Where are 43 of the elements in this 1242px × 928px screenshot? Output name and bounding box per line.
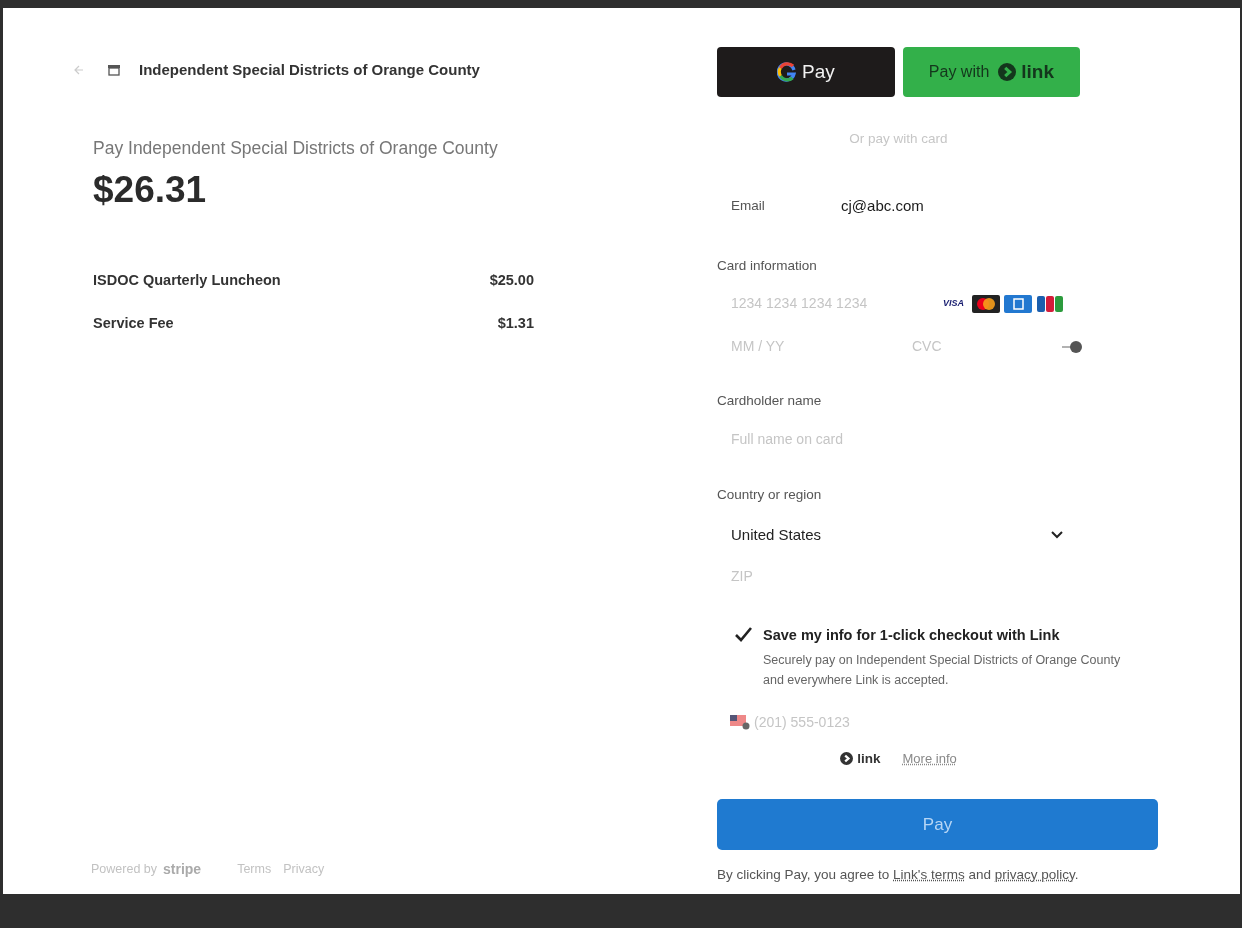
email-value: cj@abc.com <box>841 196 924 217</box>
pay-with-link-button[interactable]: Pay with link <box>902 47 1080 97</box>
zip-field[interactable]: ZIP <box>731 566 931 587</box>
us-flag-icon[interactable] <box>730 714 750 731</box>
link-logo: link <box>857 749 881 768</box>
google-g-icon <box>777 61 798 83</box>
terms-text: By clicking Pay, you agree to Link's terms and privacy policy. <box>717 866 1080 884</box>
powered-by-text: Powered by <box>91 861 157 879</box>
pay-button[interactable]: Pay <box>717 799 1158 850</box>
field-label: Card information <box>717 256 818 275</box>
divider-text: Or pay with card <box>848 130 949 148</box>
line-item-label: Service Fee <box>93 314 174 334</box>
mastercard-icon <box>972 294 1000 313</box>
more-info-link[interactable]: More info <box>902 749 957 769</box>
google-pay-button[interactable]: Pay <box>717 47 895 97</box>
store-icon <box>107 63 121 77</box>
cvc-field[interactable]: CVC <box>912 336 1062 357</box>
visa-logo: VISA <box>943 296 964 310</box>
total-amount: $26.31 <box>93 168 208 212</box>
save-info-label: Save my info for 1-click checkout with Link <box>763 626 1061 645</box>
arrow-circle-icon <box>840 752 854 766</box>
email-label: Email <box>731 197 766 216</box>
card-number-field[interactable]: 1234 1234 1234 1234 <box>731 293 931 314</box>
checkbox[interactable] <box>734 625 753 643</box>
payment-title: Pay Independent Special Districts of Orange County <box>93 137 499 160</box>
line-item-amount: $25.00 <box>489 270 534 290</box>
line-item-label: ISDOC Quarterly Luncheon <box>93 270 281 290</box>
country-select[interactable]: United States <box>731 523 1064 546</box>
merchant-name: Independent Special Districts of Orange County <box>139 59 480 80</box>
expiry-field[interactable]: MM / YY <box>731 336 912 357</box>
jcb-icon <box>1036 294 1064 313</box>
field-label: Cardholder name <box>717 392 823 410</box>
phone-field[interactable]: (201) 555-0123 <box>754 711 954 733</box>
field-label: Country or region <box>717 486 823 505</box>
privacy-link[interactable]: privacy policy <box>994 867 1075 882</box>
terms-link[interactable]: Link's terms <box>893 867 965 882</box>
amex-icon <box>1004 294 1032 313</box>
chevron-down-icon <box>1050 529 1064 541</box>
save-info-description: Securely pay on Independent Special Districts of Orange County and everywhere Link is accepted. <box>763 651 1122 689</box>
arrow-circle-icon <box>998 63 1017 81</box>
cvc-card-icon <box>1062 339 1082 354</box>
line-item-amount: $1.31 <box>497 314 534 334</box>
cardholder-name-field[interactable]: Full name on card <box>731 429 1031 451</box>
